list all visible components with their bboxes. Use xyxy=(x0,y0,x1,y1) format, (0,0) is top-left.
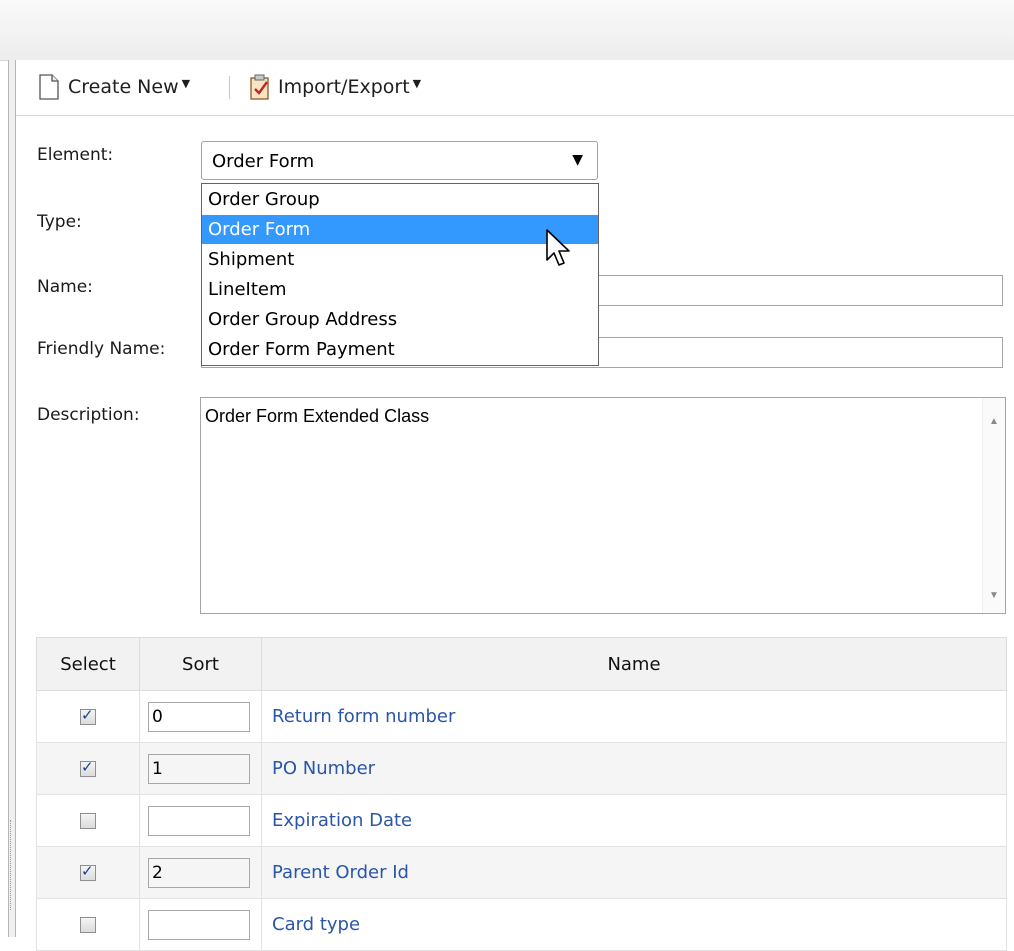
table-header-row: Select Sort Name xyxy=(36,637,1007,691)
clipboard-check-icon xyxy=(250,74,269,100)
sort-input[interactable] xyxy=(148,909,250,940)
friendly-name-label: Friendly Name: xyxy=(37,339,166,359)
toolbar: Create New ▼ Import/Export ▼ xyxy=(16,60,1014,116)
select-checkbox[interactable] xyxy=(80,917,96,933)
chevron-down-icon: ▼ xyxy=(412,76,422,90)
dropdown-arrow-icon[interactable]: ▼ xyxy=(572,152,583,168)
dropdown-option-selected[interactable]: Order Form xyxy=(202,215,598,244)
sort-cell xyxy=(139,794,262,847)
textarea-scrollbar[interactable]: ▲ ▼ xyxy=(982,398,1005,613)
select-cell xyxy=(36,794,140,847)
description-label: Description: xyxy=(37,405,140,425)
scroll-down-icon[interactable]: ▼ xyxy=(989,590,999,601)
sort-cell xyxy=(139,898,262,951)
select-cell xyxy=(36,846,140,899)
field-name-link[interactable]: Parent Order Id xyxy=(261,846,1007,899)
select-checkbox[interactable] xyxy=(80,813,96,829)
mouse-cursor-icon xyxy=(546,229,570,266)
splitter-bar[interactable] xyxy=(8,60,16,937)
select-cell xyxy=(36,742,140,795)
table-row: 2 Parent Order Id xyxy=(36,846,1007,899)
field-name-link[interactable]: Expiration Date xyxy=(261,794,1007,847)
toolbar-separator xyxy=(229,76,230,99)
create-new-button[interactable]: Create New ▼ xyxy=(38,70,190,104)
dropdown-option[interactable]: Order Form Payment xyxy=(202,335,598,364)
select-cell xyxy=(36,690,140,743)
field-name-link[interactable]: Return form number xyxy=(261,690,1007,743)
table-row: Expiration Date xyxy=(36,794,1007,847)
select-checkbox[interactable] xyxy=(80,706,96,725)
description-text: Order Form Extended Class xyxy=(205,406,430,426)
column-header-name[interactable]: Name xyxy=(261,637,1007,691)
window-header-bar xyxy=(0,0,1014,61)
field-name-link[interactable]: PO Number xyxy=(261,742,1007,795)
element-dropdown-list: Order Group Order Form Shipment LineItem… xyxy=(201,183,599,366)
sort-cell: 2 xyxy=(139,846,262,899)
sort-cell: 0 xyxy=(139,690,262,743)
type-label: Type: xyxy=(37,212,82,232)
description-textarea[interactable]: Order Form Extended Class ▲ ▼ xyxy=(200,397,1006,614)
sort-cell: 1 xyxy=(139,742,262,795)
table-row: 0 Return form number xyxy=(36,690,1007,743)
select-checkbox[interactable] xyxy=(80,758,96,777)
scroll-up-icon[interactable]: ▲ xyxy=(989,416,999,427)
new-document-icon xyxy=(39,74,59,100)
sort-input[interactable]: 1 xyxy=(148,753,250,784)
dropdown-option[interactable]: LineItem xyxy=(202,275,598,304)
column-header-select[interactable]: Select xyxy=(36,637,140,691)
column-header-sort[interactable]: Sort xyxy=(139,637,262,691)
sort-input[interactable]: 2 xyxy=(148,857,250,888)
name-label: Name: xyxy=(37,277,93,297)
element-label: Element: xyxy=(37,145,114,165)
field-name-link[interactable]: Card type xyxy=(261,898,1007,951)
sort-input[interactable]: 0 xyxy=(148,701,250,732)
dropdown-option[interactable]: Shipment xyxy=(202,245,598,274)
element-select-value: Order Form xyxy=(212,151,315,172)
table-row: Card type xyxy=(36,898,1007,951)
element-select[interactable]: Order Form ▼ xyxy=(201,141,598,180)
sort-input[interactable] xyxy=(148,805,250,836)
import-export-button[interactable]: Import/Export ▼ xyxy=(248,70,421,104)
dropdown-option[interactable]: Order Group Address xyxy=(202,305,598,334)
chevron-down-icon: ▼ xyxy=(181,76,191,90)
splitter-grip[interactable] xyxy=(10,820,15,910)
create-new-label: Create New xyxy=(68,76,179,98)
table-row: 1 PO Number xyxy=(36,742,1007,795)
dropdown-option[interactable]: Order Group xyxy=(202,185,598,214)
select-cell xyxy=(36,898,140,951)
import-export-label: Import/Export xyxy=(278,76,410,98)
fields-table: Select Sort Name 0 Return form number 1 … xyxy=(36,637,1007,951)
select-checkbox[interactable] xyxy=(80,862,96,881)
